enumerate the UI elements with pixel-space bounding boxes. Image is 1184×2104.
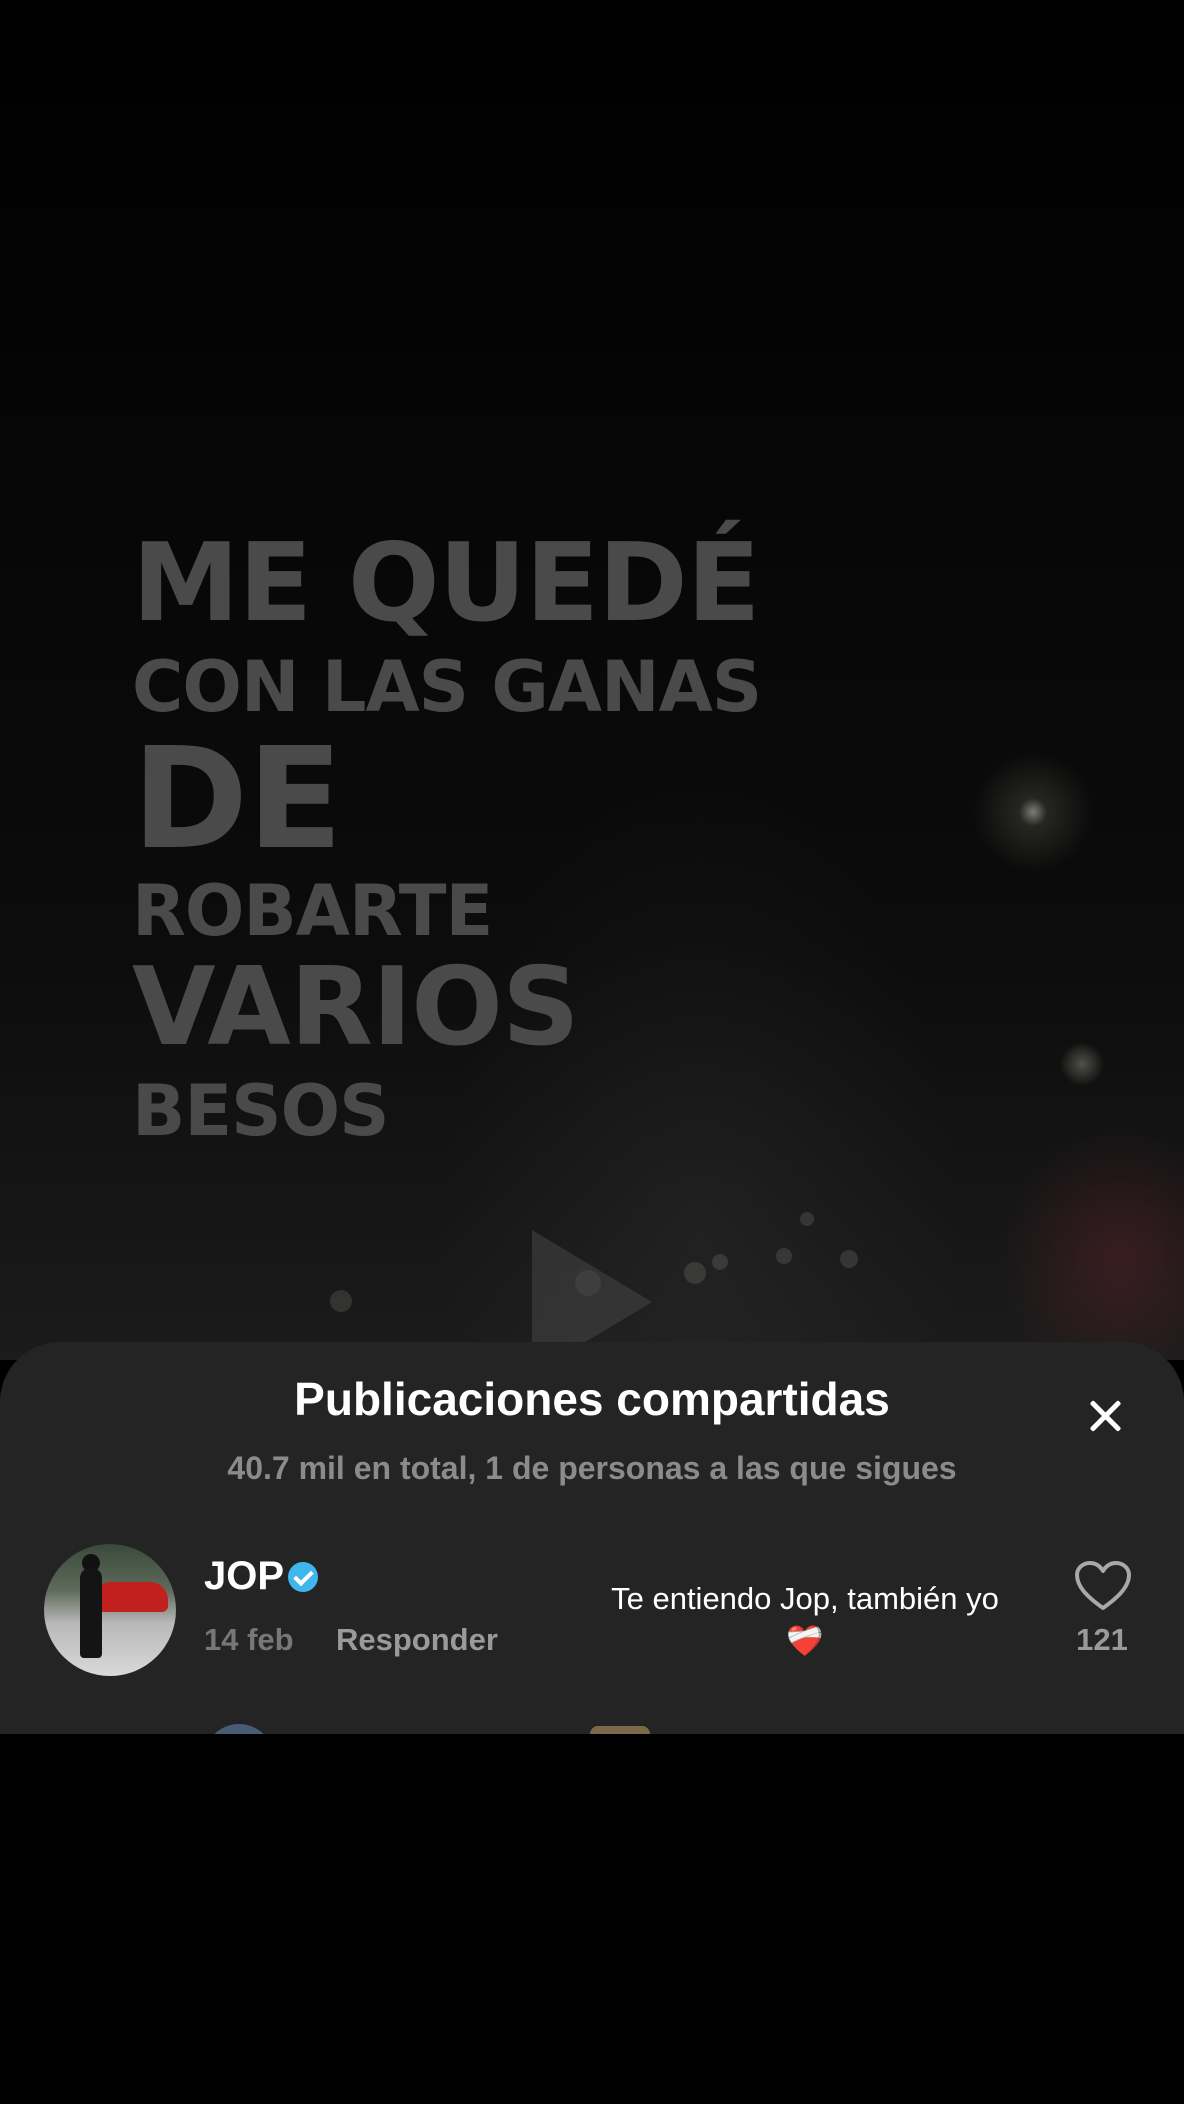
video-caption-overlay: ME QUEDÉ CON LAS GANAS DE ROBARTE VARIOS… [132,521,762,1154]
caption-line: BESOS [132,1070,390,1152]
comment-date: 14 feb [204,1622,294,1657]
bokeh-light [840,1250,858,1268]
avatar[interactable] [204,1724,274,1734]
username-row: JOP [204,1554,319,1599]
close-icon[interactable] [1082,1392,1130,1440]
bokeh-light [712,1254,728,1270]
caption-line: ME QUEDÉ [132,521,761,646]
like-count: 121 [1076,1622,1128,1657]
shared-posts-sheet: Publicaciones compartidas 40.7 mil en to… [0,1342,1184,1734]
verified-icon [288,1561,319,1592]
bokeh-light [776,1248,792,1264]
caption-line: DE [132,718,343,881]
comment-body: Te entiendo Jop, también yo [611,1581,999,1616]
reply-button[interactable]: Responder [336,1622,498,1658]
bottom-blank-area [0,1734,1184,2104]
avatar[interactable] [44,1544,176,1676]
bokeh-light [800,1212,814,1226]
caption-line: ROBARTE [132,870,493,952]
caption-line: VARIOS [132,945,580,1070]
post-thumbnail[interactable] [590,1726,650,1734]
avatar-car-shape [98,1582,168,1612]
username[interactable]: JOP [204,1554,284,1599]
sheet-title: Publicaciones compartidas [294,1373,890,1425]
caption-line: CON LAS GANAS [132,646,762,728]
bokeh-light [684,1262,706,1284]
bokeh-light [330,1290,352,1312]
heart-outline-icon[interactable] [1074,1560,1132,1612]
sheet-subtitle: 40.7 mil en total, 1 de personas a las q… [227,1450,957,1486]
avatar-person-shape [80,1568,102,1658]
mending-heart-icon: ❤️‍🩹 [786,1625,824,1658]
comment-text: Te entiendo Jop, también yo ❤️‍🩹 [560,1578,1050,1663]
